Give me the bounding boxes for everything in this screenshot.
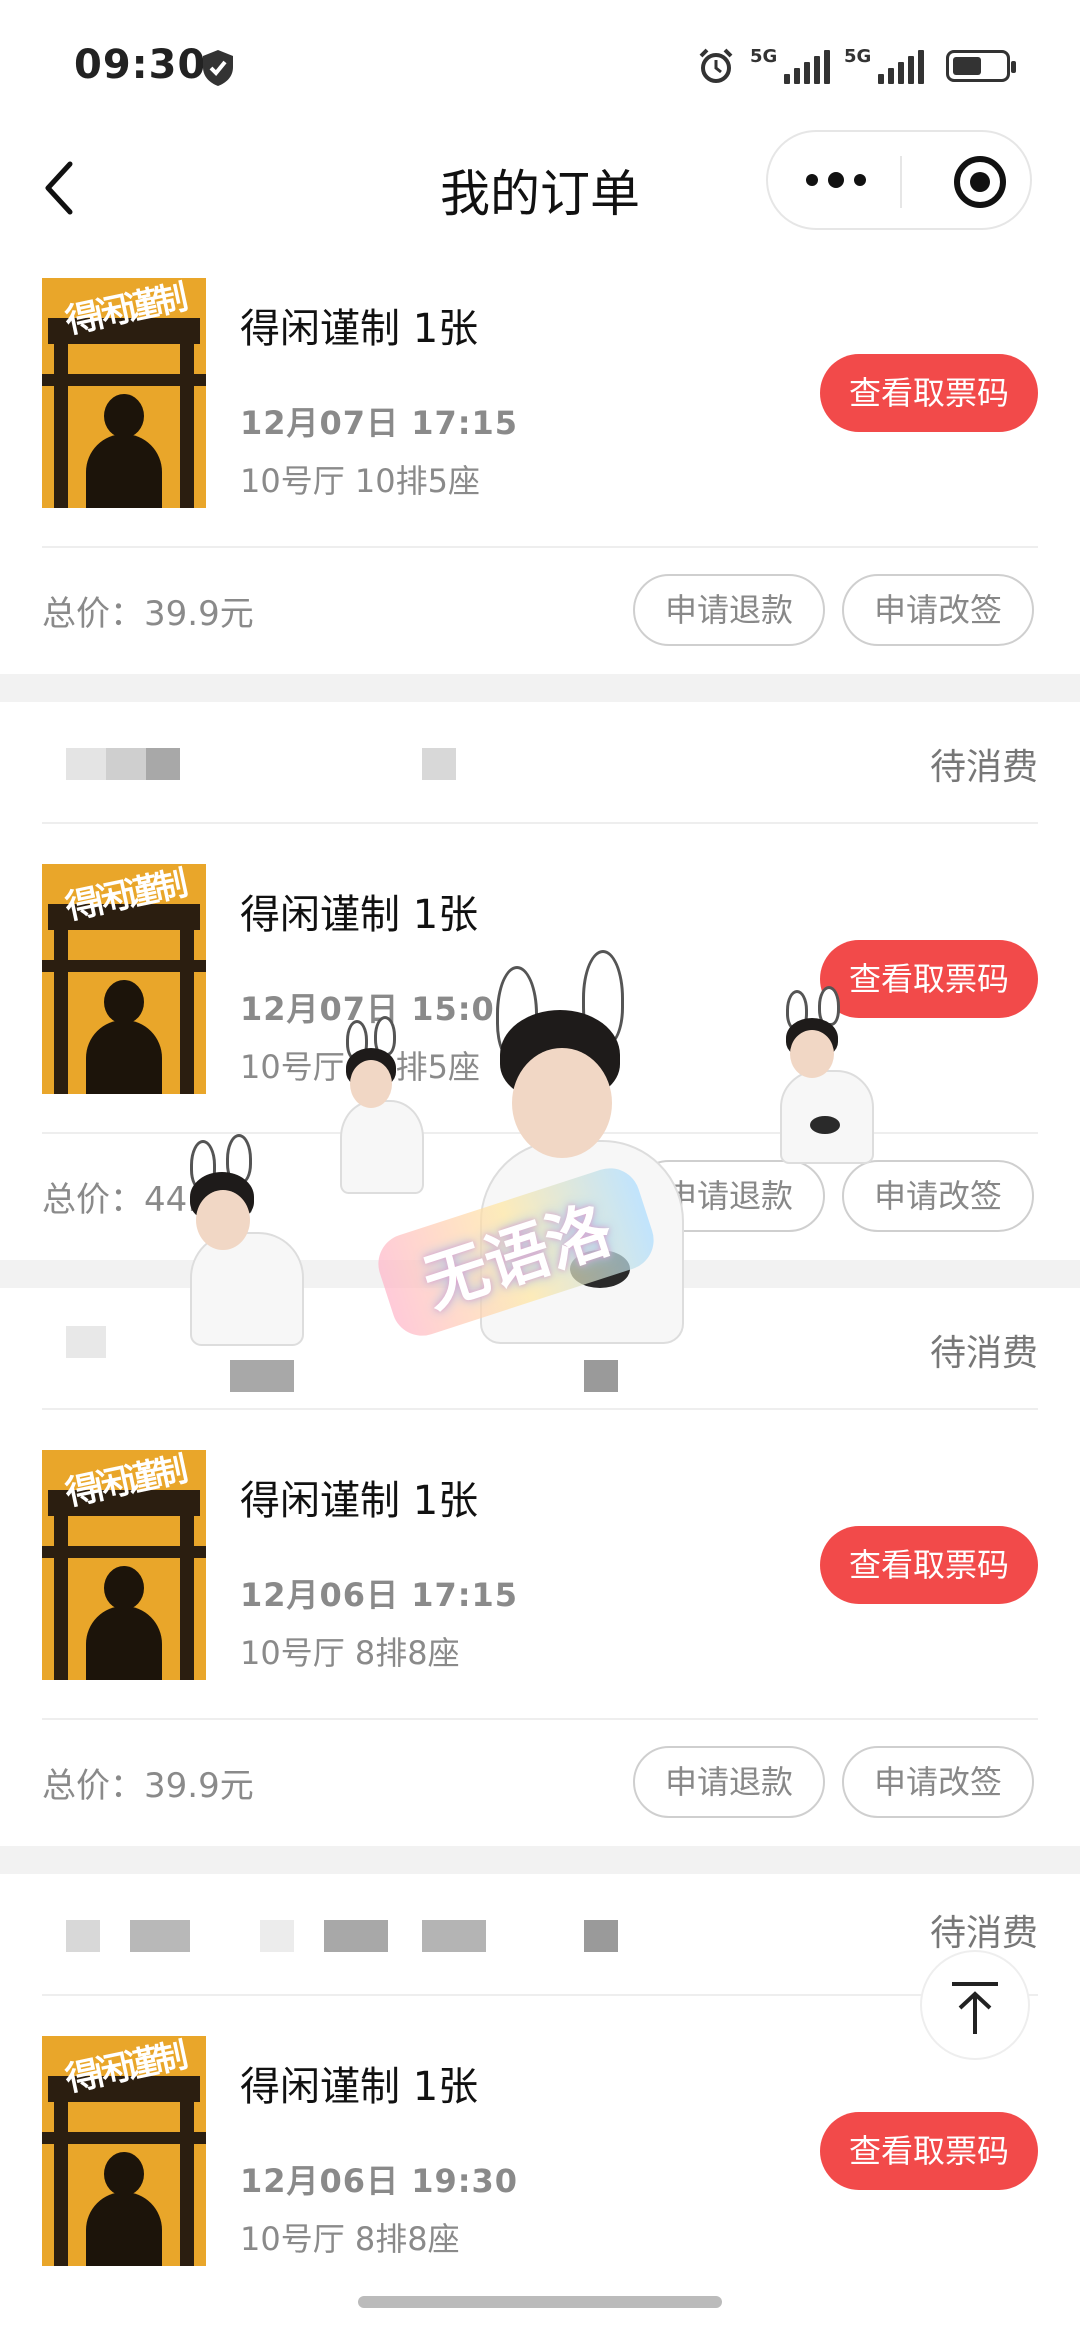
capsule-divider xyxy=(900,156,902,208)
show-datetime: 12月06日 19:30 xyxy=(240,2162,519,2200)
nav-bar: 我的订单 xyxy=(0,130,1080,270)
order-status: 待消费 xyxy=(929,1913,1038,1954)
sticker-figure xyxy=(170,1134,310,1360)
order-card: 待消费 得闲谨制 得闲谨制 1张 12月06日 19:30 10号厅 8排8座 … xyxy=(0,1874,1080,2337)
change-ticket-button[interactable]: 申请改签 xyxy=(842,574,1034,646)
refund-button[interactable]: 申请退款 xyxy=(633,574,825,646)
arrow-up-icon xyxy=(952,1982,998,2034)
battery-icon xyxy=(946,50,1016,82)
movie-title: 得闲谨制 1张 xyxy=(240,2064,479,2110)
signal-icon: 5G xyxy=(750,46,830,84)
divider xyxy=(42,1718,1038,1720)
show-datetime: 12月07日 17:15 xyxy=(240,404,519,442)
sticker-overlay: 无语洛 xyxy=(190,950,910,1430)
status-time: 09:30 xyxy=(74,42,207,88)
signal-icon: 5G xyxy=(844,46,924,84)
scroll-to-top-button[interactable] xyxy=(920,1950,1030,2060)
order-header: 待消费 xyxy=(42,1874,1038,1996)
movie-poster: 得闲谨制 xyxy=(42,1450,206,1680)
divider xyxy=(42,546,1038,548)
seat-info: 10号厅 8排8座 xyxy=(240,2220,460,2258)
view-ticket-code-button[interactable]: 查看取票码 xyxy=(820,2112,1038,2190)
seat-info: 10号厅 10排5座 xyxy=(240,462,480,500)
network-label: 5G xyxy=(844,46,872,67)
refund-button[interactable]: 申请退款 xyxy=(633,1746,825,1818)
shield-icon xyxy=(203,50,233,86)
total-price: 总价：39.9元 xyxy=(42,594,254,634)
movie-poster: 得闲谨制 xyxy=(42,278,206,508)
order-status: 待消费 xyxy=(929,1333,1038,1374)
seat-info: 10号厅 8排8座 xyxy=(240,1634,460,1672)
order-card: 得闲谨制 得闲谨制 1张 12月07日 17:15 10号厅 10排5座 查看取… xyxy=(0,270,1080,674)
status-bar: 09:30 5G 5G xyxy=(0,0,1080,130)
order-status: 待消费 xyxy=(929,747,1038,788)
mini-program-capsule xyxy=(766,130,1032,230)
movie-title: 得闲谨制 1张 xyxy=(240,1478,479,1524)
status-icons: 5G 5G xyxy=(696,46,1016,86)
total-price: 总价：39.9元 xyxy=(42,1766,254,1806)
home-indicator xyxy=(358,2296,722,2308)
order-header: 待消费 xyxy=(42,702,1038,824)
movie-poster: 得闲谨制 xyxy=(42,2036,206,2266)
close-miniprogram-icon[interactable] xyxy=(954,156,1006,208)
network-label: 5G xyxy=(750,46,778,67)
alarm-icon xyxy=(699,48,733,83)
more-icon[interactable] xyxy=(806,172,866,188)
change-ticket-button[interactable]: 申请改签 xyxy=(842,1746,1034,1818)
view-ticket-code-button[interactable]: 查看取票码 xyxy=(820,354,1038,432)
view-ticket-code-button[interactable]: 查看取票码 xyxy=(820,1526,1038,1604)
sticker-figure xyxy=(330,1016,430,1200)
show-datetime: 12月06日 17:15 xyxy=(240,1576,519,1614)
movie-title: 得闲谨制 1张 xyxy=(240,892,479,938)
movie-title: 得闲谨制 1张 xyxy=(240,306,479,352)
movie-poster: 得闲谨制 xyxy=(42,864,206,1094)
sticker-figure xyxy=(770,986,880,1170)
